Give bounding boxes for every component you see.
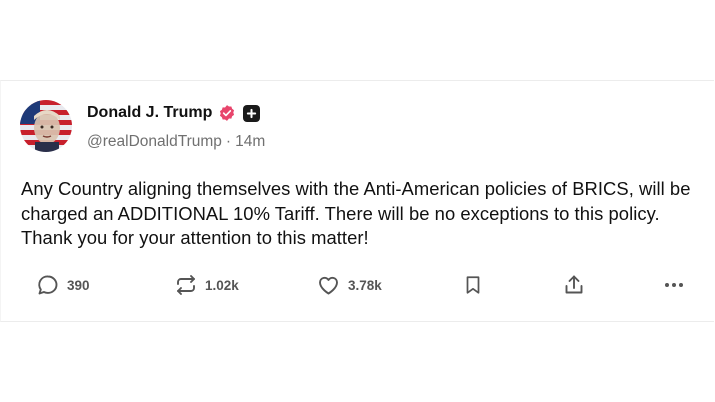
author-handle[interactable]: @realDonaldTrump: [87, 133, 222, 151]
reply-count: 390: [67, 277, 90, 293]
bookmark-button[interactable]: [462, 271, 484, 299]
post-card: Donald J. Trump @realDonaldTrump · 14m A…: [0, 80, 714, 322]
repost-count: 1.02k: [205, 277, 239, 293]
like-icon: [319, 276, 338, 295]
post-timestamp[interactable]: 14m: [235, 133, 265, 151]
reply-button[interactable]: 390: [36, 271, 90, 299]
like-button[interactable]: 3.78k: [316, 271, 382, 299]
action-bar: 390 1.02k 3.78k: [36, 271, 696, 299]
repost-button[interactable]: 1.02k: [174, 271, 239, 299]
meta-separator: ·: [225, 133, 232, 150]
author-name[interactable]: Donald J. Trump: [87, 104, 212, 122]
plus-badge-icon: [243, 104, 261, 122]
like-count: 3.78k: [348, 277, 382, 293]
more-icon: [665, 283, 683, 287]
post-body: Any Country aligning themselves with the…: [21, 177, 701, 251]
repost-icon: [177, 275, 195, 295]
verified-badge-icon: [218, 104, 236, 122]
reply-icon: [38, 275, 58, 295]
post-meta: @realDonaldTrump · 14m: [87, 133, 265, 151]
post-text: Any Country aligning themselves with the…: [21, 178, 691, 248]
share-icon: [565, 275, 583, 294]
more-button[interactable]: [662, 271, 686, 299]
share-button[interactable]: [562, 271, 586, 299]
author-row: Donald J. Trump: [87, 102, 261, 124]
bookmark-icon: [466, 276, 480, 294]
avatar[interactable]: [20, 100, 72, 152]
